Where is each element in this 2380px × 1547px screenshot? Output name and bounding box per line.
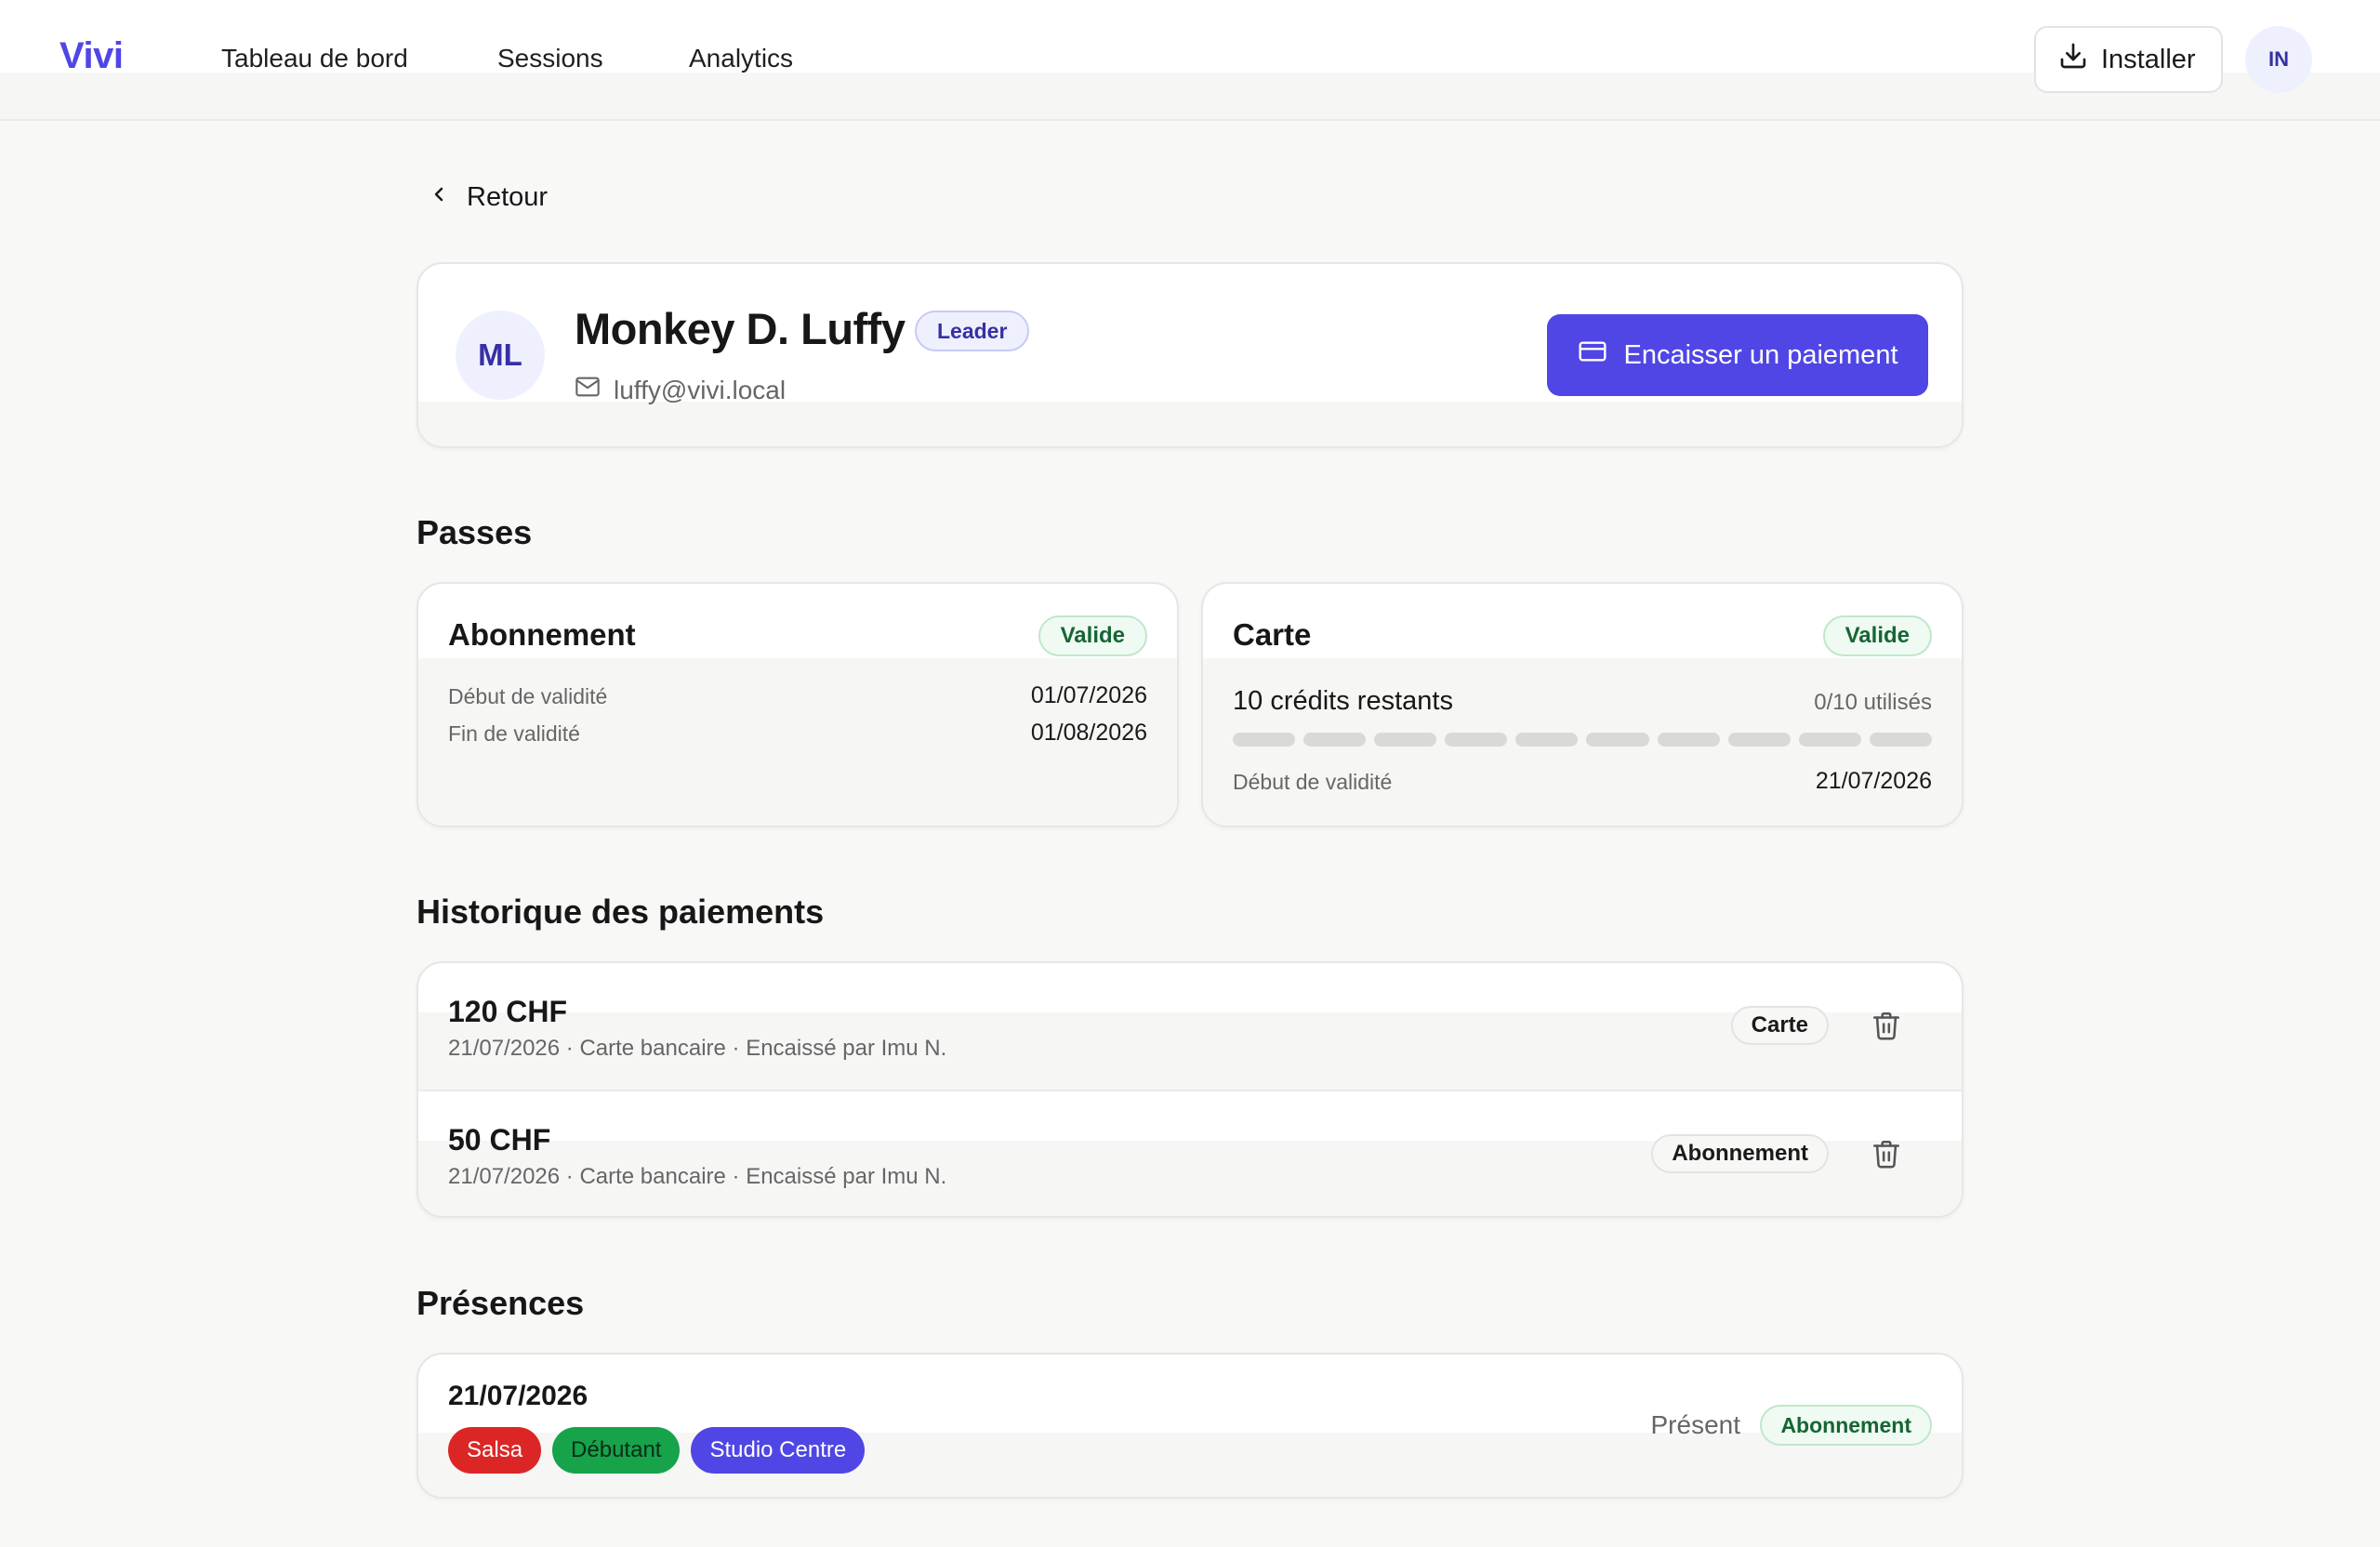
tag-salsa: Salsa xyxy=(448,1427,542,1474)
delete-payment-button[interactable] xyxy=(1871,1010,1902,1041)
attendance-list: 21/07/2026 Salsa Débutant Studio Centre … xyxy=(416,1353,1964,1499)
status-badge: Valide xyxy=(1038,615,1147,656)
trash-icon xyxy=(1872,1140,1900,1169)
start-date-value: 01/07/2026 xyxy=(1030,682,1147,708)
install-button[interactable]: Installer xyxy=(2034,26,2223,93)
nav-tableau-de-bord[interactable]: Tableau de bord xyxy=(221,44,408,73)
credit-segment xyxy=(1233,733,1296,747)
member-avatar: ML xyxy=(456,311,545,400)
credit-segment xyxy=(1657,733,1720,747)
credits-progress-bar xyxy=(1233,733,1932,747)
payment-meta: 21/07/2026 · Carte bancaire · Encaissé p… xyxy=(448,1036,947,1061)
brand-logo[interactable]: Vivi xyxy=(60,35,124,77)
user-avatar[interactable]: IN xyxy=(2245,26,2312,93)
status-badge: Valide xyxy=(1822,615,1932,656)
attendance-date: 21/07/2026 xyxy=(448,1381,588,1411)
nav-sessions[interactable]: Sessions xyxy=(497,44,603,73)
delete-payment-button[interactable] xyxy=(1871,1138,1902,1170)
payment-amount: 50 CHF xyxy=(448,1123,551,1157)
member-email: luffy@vivi.local xyxy=(575,374,786,406)
attendance-pass-badge: Abonnement xyxy=(1760,1405,1932,1446)
collect-payment-label: Encaisser un paiement xyxy=(1623,339,1898,370)
back-label: Retour xyxy=(467,182,549,212)
start-date-label: Début de validité xyxy=(448,684,608,708)
tag-studio-centre: Studio Centre xyxy=(691,1427,866,1474)
credit-card-icon xyxy=(1578,337,1607,374)
collect-payment-button[interactable]: Encaisser un paiement xyxy=(1547,314,1928,396)
subscription-pass-card: Abonnement Valide Début de validité 01/0… xyxy=(416,582,1179,827)
end-date-value: 01/08/2026 xyxy=(1030,720,1147,746)
card-band xyxy=(418,402,1962,446)
member-name: Monkey D. Luffy xyxy=(575,304,906,353)
payments-heading: Historique des paiements xyxy=(416,892,825,931)
install-label: Installer xyxy=(2101,44,2196,74)
session-tags: Salsa Débutant Studio Centre xyxy=(448,1427,866,1474)
credit-segment xyxy=(1515,733,1579,747)
credit-segment xyxy=(1798,733,1861,747)
chevron-left-icon xyxy=(428,182,450,213)
start-date-value: 21/07/2026 xyxy=(1815,768,1932,794)
payment-meta: 21/07/2026 · Carte bancaire · Encaissé p… xyxy=(448,1164,947,1189)
payment-amount: 120 CHF xyxy=(448,995,568,1028)
pass-title: Carte xyxy=(1233,617,1312,652)
credits-usage: 0/10 utilisés xyxy=(1814,690,1932,715)
credit-segment xyxy=(1374,733,1437,747)
passes-heading: Passes xyxy=(416,513,533,551)
mail-icon xyxy=(575,374,601,406)
end-date-label: Fin de validité xyxy=(448,721,580,746)
credit-segment xyxy=(1303,733,1367,747)
payment-row: 50 CHF 21/07/2026 · Carte bancaire · Enc… xyxy=(418,1091,1962,1216)
trash-icon xyxy=(1872,1012,1900,1040)
attendance-status: Présent xyxy=(1650,1410,1741,1439)
payments-list: 120 CHF 21/07/2026 · Carte bancaire · En… xyxy=(416,961,1964,1218)
email-text: luffy@vivi.local xyxy=(614,375,787,404)
payment-row: 120 CHF 21/07/2026 · Carte bancaire · En… xyxy=(418,963,1962,1091)
credits-remaining: 10 crédits restants xyxy=(1233,686,1453,716)
credit-segment xyxy=(1727,733,1791,747)
credit-card-pass-card: Carte Valide 10 crédits restants 0/10 ut… xyxy=(1201,582,1964,827)
tag-debutant: Débutant xyxy=(552,1427,681,1474)
role-badge: Leader xyxy=(915,311,1030,351)
nav-analytics[interactable]: Analytics xyxy=(689,44,793,73)
attendance-heading: Présences xyxy=(416,1284,585,1322)
credit-segment xyxy=(1445,733,1508,747)
payment-type-badge: Abonnement xyxy=(1651,1134,1829,1173)
download-icon xyxy=(2058,41,2088,78)
top-navigation-bar: Vivi Tableau de bord Sessions Analytics … xyxy=(0,0,2380,121)
credit-segment xyxy=(1586,733,1649,747)
back-link[interactable]: Retour xyxy=(428,182,548,213)
pass-title: Abonnement xyxy=(448,617,636,652)
profile-card: ML Monkey D. Luffy Leader luffy@vivi.loc… xyxy=(416,262,1964,448)
payment-type-badge: Carte xyxy=(1730,1006,1829,1045)
credit-segment xyxy=(1869,733,1932,747)
start-date-label: Début de validité xyxy=(1233,770,1393,794)
